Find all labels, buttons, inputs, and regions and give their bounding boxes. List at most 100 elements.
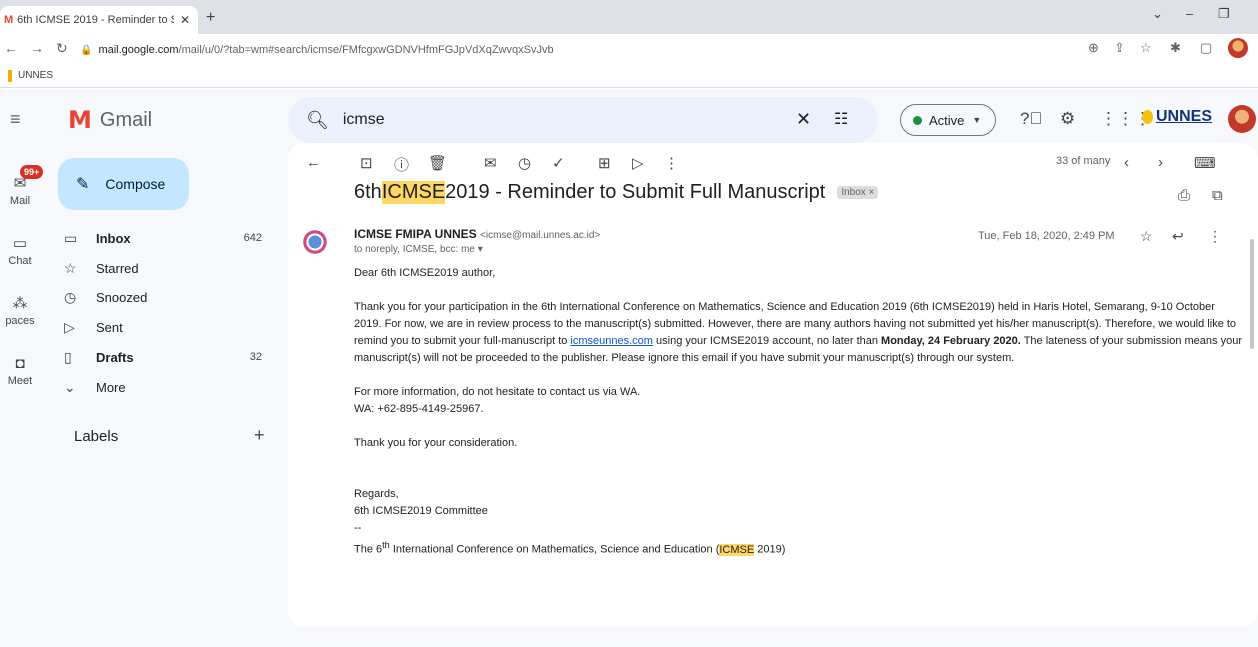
share-icon[interactable]: ⇪ — [1114, 40, 1125, 56]
inbox-label-chip[interactable]: Inbox × — [837, 186, 879, 199]
labels-heading: Labels — [74, 428, 119, 445]
reply-icon[interactable]: ↩ — [1172, 228, 1184, 245]
address-bar[interactable]: 🔒 mail.google.com/mail/u/0/?tab=wm#searc… — [80, 38, 1168, 62]
gmail-app: ≡ M Gmail 🔍︎ ✕ ☷ Active ▼ ?⃝ ⚙ ⋮⋮⋮ UNNES… — [0, 89, 1258, 647]
website-link[interactable]: icmseunnes.com — [570, 335, 653, 347]
email-body: Dear 6th ICMSE2019 author, Thank you for… — [354, 265, 1244, 559]
search-bar: 🔍︎ ✕ ☷ — [288, 97, 878, 143]
nav-count: 642 — [243, 232, 262, 244]
rail-chat-label: Chat — [8, 255, 32, 267]
side-panel-icon[interactable]: ▢ — [1200, 40, 1212, 56]
regards-line: Regards, — [354, 488, 399, 500]
more-vert-icon[interactable]: ⋮ — [1208, 228, 1222, 245]
clock-icon: ◷ — [64, 288, 77, 305]
bookmark-star-icon[interactable]: ☆ — [1140, 40, 1152, 56]
footer-highlight: ICMSE — [719, 543, 755, 556]
browser-tab-bar: M 6th ICMSE 2019 - Reminder to Su ✕ + ⌄ … — [0, 0, 1258, 34]
scrollbar[interactable] — [1250, 239, 1254, 349]
label-icon[interactable]: ▷ — [632, 154, 644, 172]
chevron-right-icon[interactable]: › — [1158, 154, 1163, 171]
nav-label: More — [96, 379, 126, 395]
spaces-icon: ⁂ — [12, 295, 28, 312]
support-icon[interactable]: ?⃝ — [1020, 109, 1042, 129]
maximize-icon[interactable]: ❐ — [1218, 6, 1230, 22]
tab-search-chevron-icon[interactable]: ⌄ — [1152, 6, 1163, 22]
unread-badge: 99+ — [20, 165, 44, 179]
back-arrow-icon[interactable]: ← — [4, 40, 18, 56]
nav-item-snoozed[interactable]: ◷ Snoozed — [64, 282, 274, 312]
nav-item-inbox[interactable]: ▭ Inbox 642 — [64, 223, 274, 253]
rail-chat[interactable]: ▭ Chat — [0, 234, 40, 267]
close-tab-icon[interactable]: ✕ — [180, 13, 190, 27]
signature-separator: -- — [354, 522, 362, 534]
sender[interactable]: ICMSE FMIPA UNNES <icmse@mail.unnes.ac.i… — [354, 227, 600, 241]
greeting: Dear 6th ICMSE2019 author, — [354, 267, 496, 279]
open-new-window-icon[interactable]: ⧉ — [1212, 187, 1223, 204]
body-text: using your ICMSE2019 account, no later t… — [652, 335, 882, 347]
signature-footer: The 6th International Conference on Math… — [354, 537, 1244, 559]
folder-icon — [8, 69, 12, 82]
subject-highlight: ICMSE — [381, 181, 446, 204]
nav-item-starred[interactable]: ☆ Starred — [64, 253, 274, 283]
tab-title: 6th ICMSE 2019 - Reminder to Su — [17, 14, 174, 26]
snooze-icon[interactable]: ◷ — [518, 154, 531, 172]
add-label-icon[interactable]: + — [254, 425, 265, 446]
delete-icon[interactable]: 🗑︎ — [428, 154, 447, 172]
rail-spaces[interactable]: ⁂ paces — [0, 294, 40, 327]
main-menu-icon[interactable]: ≡ — [10, 109, 21, 130]
subject-text: 6th — [354, 181, 382, 203]
recipients-text: to noreply, ICMSE, bcc: me — [354, 244, 475, 255]
chevron-left-icon[interactable]: ‹ — [1124, 154, 1129, 171]
chevron-down-icon: ⌄ — [64, 378, 76, 395]
mark-unread-icon[interactable]: ✉ — [484, 154, 497, 172]
settings-gear-icon[interactable]: ⚙ — [1060, 109, 1075, 129]
recipients[interactable]: to noreply, ICMSE, bcc: me ▾ — [354, 244, 483, 255]
report-spam-icon[interactable]: ⓘ — [394, 154, 409, 175]
browser-profile-avatar[interactable] — [1228, 38, 1248, 58]
forward-arrow-icon[interactable]: → — [30, 40, 44, 56]
star-icon[interactable]: ☆ — [1140, 228, 1153, 245]
reload-icon[interactable]: ↻ — [56, 40, 68, 57]
organization-logo[interactable]: UNNES — [1142, 102, 1212, 132]
input-tools-icon[interactable]: ⌨ — [1194, 154, 1216, 172]
minimize-icon[interactable]: – — [1186, 6, 1193, 21]
print-icon[interactable]: ⎙ — [1178, 187, 1190, 204]
gmail-logo[interactable]: M Gmail — [68, 106, 152, 134]
sender-avatar[interactable] — [300, 227, 330, 257]
pencil-icon: ✎ — [76, 176, 90, 193]
account-avatar[interactable] — [1228, 105, 1256, 133]
extensions-icon[interactable]: ✱ — [1170, 40, 1181, 56]
new-tab-button[interactable]: + — [206, 9, 215, 27]
wa-line: WA: +62-895-4149-25967. — [354, 403, 484, 415]
search-options-icon[interactable]: ☷ — [834, 109, 848, 129]
rail-meet[interactable]: ◘ Meet — [0, 355, 40, 387]
search-input[interactable] — [342, 111, 763, 129]
clear-search-icon[interactable]: ✕ — [796, 109, 811, 130]
send-icon: ▷ — [64, 318, 75, 335]
browser-tab[interactable]: M 6th ICMSE 2019 - Reminder to Su ✕ — [0, 6, 198, 34]
status-label: Active — [929, 112, 965, 128]
caret-down-icon: ▾ — [477, 244, 483, 255]
more-options-icon[interactable]: ⋮ — [664, 154, 679, 172]
gmail-favicon-icon: M — [4, 14, 14, 26]
rail-spaces-label: paces — [5, 315, 35, 327]
search-icon[interactable]: 🔍︎ — [306, 110, 329, 131]
star-icon: ☆ — [64, 259, 77, 276]
back-to-search-icon[interactable]: ← — [306, 154, 321, 171]
bookmark-unnes[interactable]: UNNES — [18, 70, 53, 81]
rail-meet-label: Meet — [7, 375, 33, 387]
zoom-icon[interactable]: ⊕ — [1088, 40, 1099, 56]
add-task-icon[interactable]: ✓ — [552, 154, 565, 172]
footer-text: 2019) — [754, 543, 786, 556]
nav-item-sent[interactable]: ▷ Sent — [64, 312, 274, 342]
unnes-emblem-icon — [1142, 110, 1153, 124]
compose-button[interactable]: ✎ Compose — [58, 158, 189, 210]
move-to-icon[interactable]: ⊞ — [598, 154, 611, 172]
archive-icon[interactable]: ⊡ — [360, 154, 373, 172]
nav-label: Drafts — [96, 349, 134, 365]
url-host: mail.google.com — [98, 44, 179, 56]
status-selector[interactable]: Active ▼ — [900, 104, 996, 136]
nav-label: Starred — [96, 260, 139, 276]
nav-item-more[interactable]: ⌄ More — [64, 372, 274, 402]
nav-item-drafts[interactable]: ▯ Drafts 32 — [64, 342, 274, 372]
